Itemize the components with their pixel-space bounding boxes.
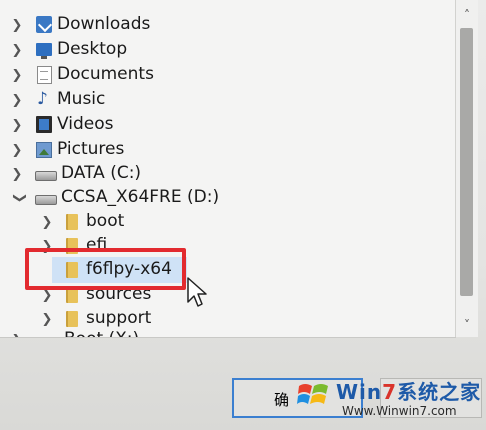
- ok-button[interactable]: 确: [232, 378, 363, 418]
- download-folder-icon: [36, 16, 52, 33]
- tree-item-label: boot: [86, 211, 125, 231]
- tree-item-label: DATA (C:): [61, 163, 142, 183]
- tree-item-pictures[interactable]: ❯ Pictures: [0, 138, 440, 162]
- tree-item-drive-d[interactable]: ❯ CCSA_X64FRE (D:): [0, 186, 440, 210]
- chevron-right-icon[interactable]: ❯: [10, 90, 24, 110]
- tree-item-label: CCSA_X64FRE (D:): [61, 187, 220, 207]
- scrollbar-thumb[interactable]: [460, 28, 473, 296]
- folder-picker-dialog: ❯ Downloads ❯ Desktop ❯ Documents ❯ ♪ Mu…: [0, 0, 486, 430]
- tree-item-label: Desktop: [57, 39, 128, 59]
- ok-button-label: 确: [274, 392, 290, 409]
- mouse-cursor-icon: [187, 277, 207, 307]
- tree-item-downloads[interactable]: ❯ Downloads: [0, 13, 440, 37]
- documents-folder-icon: [37, 66, 52, 84]
- vertical-scrollbar[interactable]: ˄ ˅: [455, 0, 478, 337]
- drive-icon: [35, 195, 57, 205]
- chevron-right-icon[interactable]: ❯: [40, 212, 54, 232]
- videos-folder-icon: [36, 116, 52, 133]
- chevron-right-icon[interactable]: ❯: [10, 164, 24, 184]
- desktop-folder-icon: [36, 43, 52, 59]
- tree-item-label: support: [86, 308, 152, 328]
- drive-icon: [35, 171, 57, 181]
- drive-icon: [35, 337, 57, 338]
- chevron-right-icon[interactable]: ❯: [10, 40, 24, 60]
- tree-item-videos[interactable]: ❯ Videos: [0, 113, 440, 137]
- scroll-up-arrow-icon[interactable]: ˄: [456, 4, 478, 26]
- tree-item-label: Music: [57, 89, 106, 109]
- tree-item-desktop[interactable]: ❯ Desktop: [0, 38, 440, 62]
- tree-item-label: Pictures: [57, 139, 125, 159]
- chevron-down-icon[interactable]: ❯: [10, 191, 30, 205]
- tree-item-drive-c[interactable]: ❯ DATA (C:): [0, 162, 440, 186]
- tree-item-label: Videos: [57, 114, 114, 134]
- chevron-right-icon[interactable]: ❯: [10, 15, 24, 35]
- tree-item-label: Boot (X:): [64, 329, 139, 337]
- tree-item-boot[interactable]: ❯ boot: [0, 210, 440, 234]
- tree-item-documents[interactable]: ❯ Documents: [0, 63, 440, 87]
- chevron-right-icon[interactable]: ❯: [10, 115, 24, 135]
- red-annotation-box: [25, 248, 186, 290]
- chevron-right-icon[interactable]: ❯: [40, 309, 54, 329]
- tree-item-drive-x[interactable]: ❯ Boot (X:): [0, 328, 440, 338]
- music-folder-icon: ♪: [37, 89, 48, 109]
- folder-icon: [66, 311, 78, 327]
- pictures-folder-icon: [36, 142, 52, 158]
- chevron-right-icon[interactable]: ❯: [10, 330, 24, 338]
- chevron-right-icon[interactable]: ❯: [10, 140, 24, 160]
- cancel-button[interactable]: [380, 378, 482, 418]
- folder-icon: [66, 214, 78, 230]
- tree-item-music[interactable]: ❯ ♪ Music: [0, 88, 440, 112]
- tree-item-label: Documents: [57, 64, 154, 84]
- chevron-right-icon[interactable]: ❯: [10, 65, 24, 85]
- scroll-down-arrow-icon[interactable]: ˅: [456, 314, 478, 336]
- tree-item-label: Downloads: [57, 14, 151, 34]
